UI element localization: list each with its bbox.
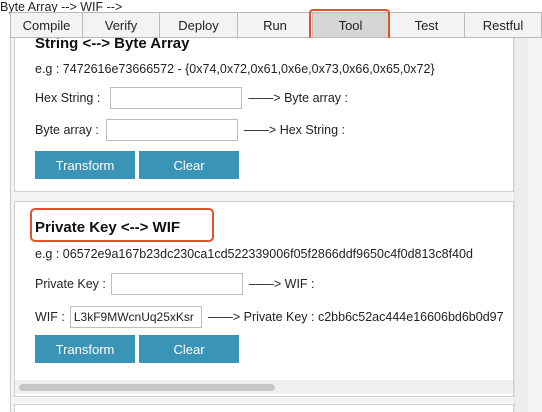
transform-button[interactable]: Transform — [35, 151, 135, 179]
clear-button[interactable]: Clear — [139, 335, 239, 363]
vertical-scrollbar[interactable] — [514, 38, 528, 412]
hex-string-row: Hex String : ——> Byte array : — [35, 87, 348, 109]
tab-test[interactable]: Test — [388, 12, 464, 38]
private-key-input[interactable] — [110, 273, 243, 295]
byte-array-row: Byte array : ——> Hex String : — [35, 119, 345, 141]
hex-string-result: ——> Hex String : — [243, 123, 345, 137]
tab-restful[interactable]: Restful — [464, 12, 542, 38]
clear-button[interactable]: Clear — [139, 151, 239, 179]
tab-verify[interactable]: Verify — [82, 12, 159, 38]
hex-string-label: Hex String : — [35, 91, 101, 105]
tab-compile[interactable]: Compile — [10, 12, 82, 38]
tab-deploy[interactable]: Deploy — [159, 12, 237, 38]
tab-tool[interactable]: Tool — [312, 12, 388, 38]
byte-array-input[interactable] — [105, 119, 238, 141]
byte-array-label: Byte array : — [35, 123, 99, 137]
tab-bar: Compile Verify Deploy Run Tool Test Rest… — [10, 12, 542, 38]
horizontal-scrollbar[interactable] — [15, 380, 513, 394]
wif-input[interactable] — [69, 306, 202, 328]
byte-array-result: ——> Byte array : — [248, 91, 348, 105]
private-key-label: Private Key : — [35, 277, 106, 291]
scrollbar-thumb[interactable] — [19, 384, 275, 391]
section-title: String <--> Byte Array — [35, 38, 190, 52]
wif-label: WIF : — [35, 310, 65, 324]
example-text: e.g : 06572e9a167b23dc230ca1cd522339006f… — [35, 247, 473, 261]
private-key-row: Private Key : ——> WIF : — [35, 273, 315, 295]
section-title: Private Key <--> WIF — [35, 219, 181, 236]
transform-button[interactable]: Transform — [35, 335, 135, 363]
wif-row: WIF : ——> Private Key : c2bb6c52ac444e16… — [35, 306, 504, 328]
next-tool-panel — [14, 404, 514, 412]
string-byte-array-panel: String <--> Byte Array e.g : 7472616e736… — [14, 38, 514, 192]
tab-run[interactable]: Run — [237, 12, 312, 38]
wif-result: ——> WIF : — [248, 277, 315, 291]
private-key-wif-panel: Private Key <--> WIF e.g : 06572e9a167b2… — [14, 201, 514, 397]
example-text: e.g : 7472616e73666572 - {0x74,0x72,0x61… — [35, 62, 435, 76]
private-key-result: ——> Private Key : c2bb6c52ac444e16606bd6… — [207, 310, 504, 324]
hex-string-input[interactable] — [110, 87, 243, 109]
